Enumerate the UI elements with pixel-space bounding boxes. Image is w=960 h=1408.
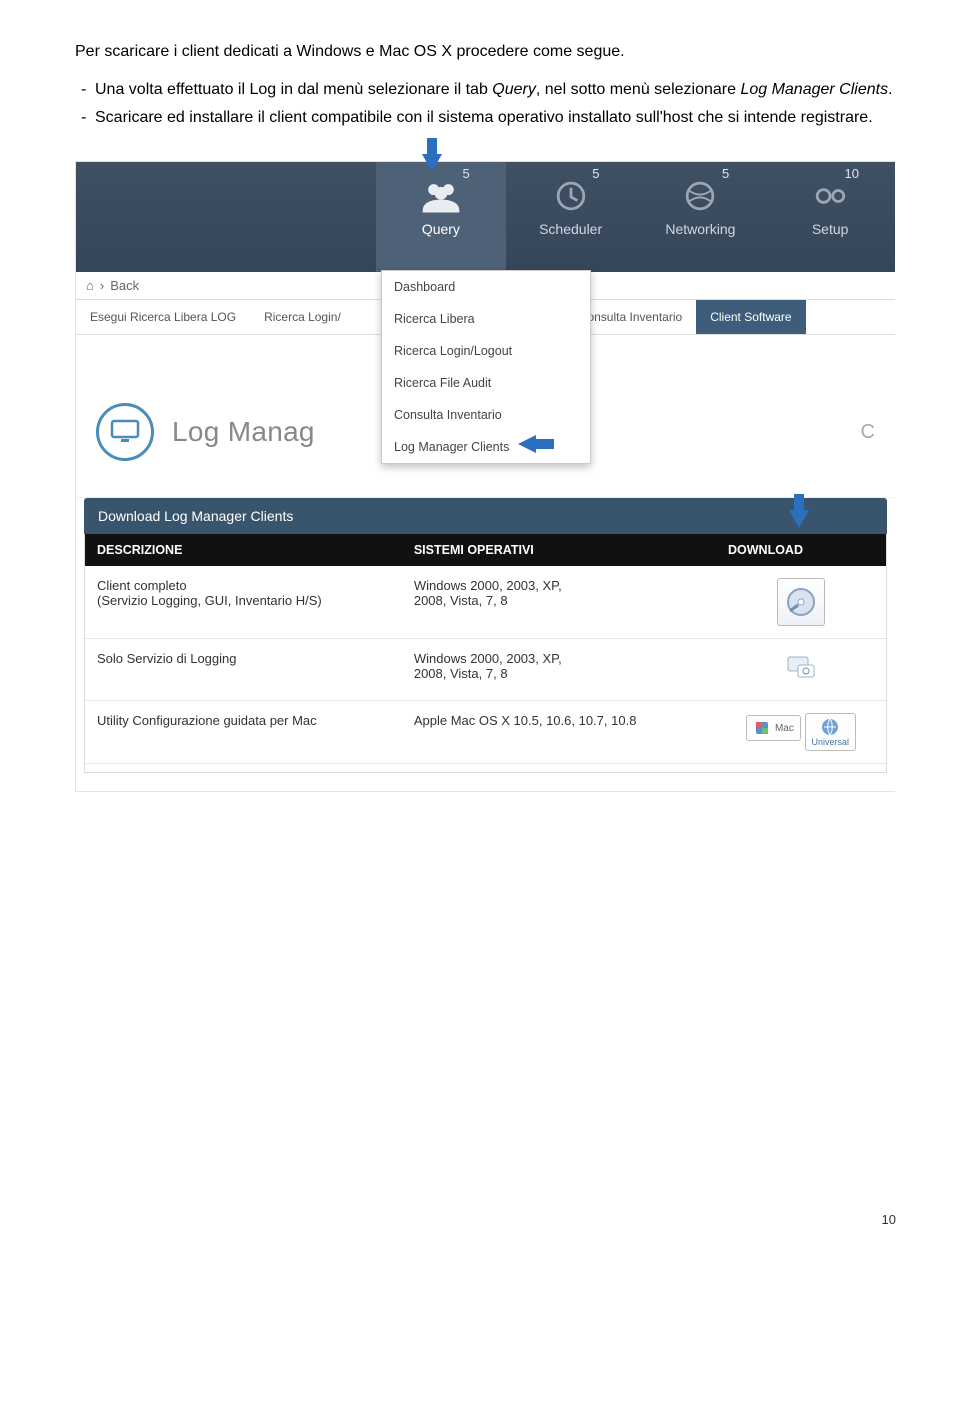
query-dropdown: Dashboard Ricerca Libera Ricerca Login/L… xyxy=(381,270,591,464)
cell-desc: Solo Servizio di Logging xyxy=(97,651,390,666)
th-download: DOWNLOAD xyxy=(716,534,886,566)
nav-badge: 10 xyxy=(845,166,859,181)
cell-os: Apple Mac OS X 10.5, 10.6, 10.7, 10.8 xyxy=(414,713,704,728)
globe-icon xyxy=(636,178,766,217)
nav-item-networking[interactable]: 5 Networking xyxy=(636,162,766,272)
intro-text: Per scaricare i client dedicati a Window… xyxy=(75,40,900,63)
dropdown-label: Log Manager Clients xyxy=(394,440,509,454)
bullet1-pre: Una volta effettuato il Log in dal menù … xyxy=(95,81,492,98)
subtab-ricerca-libera[interactable]: Esegui Ricerca Libera LOG xyxy=(76,300,250,334)
back-link[interactable]: Back xyxy=(110,278,139,293)
dropdown-item-ricerca-login[interactable]: Ricerca Login/Logout xyxy=(382,335,590,367)
nav-label: Scheduler xyxy=(506,221,636,237)
dropdown-item-consulta-inventario[interactable]: Consulta Inventario xyxy=(382,399,590,431)
table-row: Utility Configurazione guidata per Mac A… xyxy=(85,701,886,764)
downloads-table: DESCRIZIONE SISTEMI OPERATIVI DOWNLOAD C… xyxy=(85,534,886,764)
bullet1-em1: Query xyxy=(492,81,536,98)
dash: - xyxy=(81,109,95,127)
cell-desc: Client completo xyxy=(97,578,390,593)
app-screenshot: 5 Query 5 Scheduler 5 Networking 10 xyxy=(75,161,895,792)
arrow-left-icon xyxy=(518,435,536,453)
bullet1-em2: Log Manager Clients xyxy=(740,81,888,98)
nav-label: Setup xyxy=(765,221,895,237)
nav-badge: 5 xyxy=(463,166,470,181)
bullet1-mid: , nel sotto menù selezionare xyxy=(536,81,741,98)
nav-badge: 5 xyxy=(592,166,599,181)
table-row: Client completo (Servizio Logging, GUI, … xyxy=(85,566,886,639)
panel-header: Download Log Manager Clients xyxy=(84,498,887,534)
bullet1-post: . xyxy=(888,81,892,98)
clock-icon xyxy=(506,178,636,217)
download-service-icon[interactable] xyxy=(784,651,818,685)
cell-os: Windows 2000, 2003, XP, xyxy=(414,651,704,666)
table-row: Solo Servizio di Logging Windows 2000, 2… xyxy=(85,639,886,701)
dropdown-item-dashboard[interactable]: Dashboard xyxy=(382,271,590,303)
dash: - xyxy=(81,81,95,99)
arrow-down-icon xyxy=(789,510,809,528)
dropdown-item-log-manager-clients[interactable]: Log Manager Clients xyxy=(382,431,590,463)
cell-desc2: (Servizio Logging, GUI, Inventario H/S) xyxy=(97,593,390,608)
th-sistemi: SISTEMI OPERATIVI xyxy=(402,534,716,566)
cell-os2: 2008, Vista, 7, 8 xyxy=(414,593,704,608)
dropdown-item-ricerca-libera[interactable]: Ricerca Libera xyxy=(382,303,590,335)
download-cd-icon[interactable] xyxy=(777,578,825,626)
page-title-text: Log Manag xyxy=(172,416,315,448)
bullet-1: - Una volta effettuato il Log in dal men… xyxy=(81,81,900,99)
nav-item-scheduler[interactable]: 5 Scheduler xyxy=(506,162,636,272)
chevron-right-icon: › xyxy=(100,278,104,293)
bullet2-text: Scaricare ed installare il client compat… xyxy=(95,109,873,127)
cell-desc: Utility Configurazione guidata per Mac xyxy=(97,713,390,728)
page-number: 10 xyxy=(75,1212,900,1227)
users-icon xyxy=(376,178,506,217)
monitor-icon xyxy=(96,403,154,461)
universal-label: Universal xyxy=(812,737,850,747)
cell-os: Windows 2000, 2003, XP, xyxy=(414,578,704,593)
nav-badge: 5 xyxy=(722,166,729,181)
th-descrizione: DESCRIZIONE xyxy=(85,534,402,566)
arrow-down-icon xyxy=(422,154,442,172)
home-icon: ⌂ xyxy=(86,278,94,293)
download-mac-icon[interactable]: Mac xyxy=(746,715,801,741)
subtab-ricerca-login[interactable]: Ricerca Login/ xyxy=(250,300,355,334)
nav-label: Networking xyxy=(636,221,766,237)
download-universal-icon[interactable]: Universal xyxy=(805,713,857,751)
page-title-cutoff: C xyxy=(861,421,875,444)
nav-item-setup[interactable]: 10 Setup xyxy=(765,162,895,272)
gears-icon xyxy=(765,178,895,217)
panel-body: DESCRIZIONE SISTEMI OPERATIVI DOWNLOAD C… xyxy=(84,534,887,773)
dropdown-item-ricerca-file-audit[interactable]: Ricerca File Audit xyxy=(382,367,590,399)
top-nav: 5 Query 5 Scheduler 5 Networking 10 xyxy=(76,162,895,272)
subtab-client-software[interactable]: Client Software xyxy=(696,300,805,334)
mac-label: Mac xyxy=(775,723,794,734)
nav-label: Query xyxy=(376,221,506,237)
cell-os2: 2008, Vista, 7, 8 xyxy=(414,666,704,681)
nav-item-query[interactable]: 5 Query xyxy=(376,162,506,272)
bullet-2: - Scaricare ed installare il client comp… xyxy=(81,109,900,127)
